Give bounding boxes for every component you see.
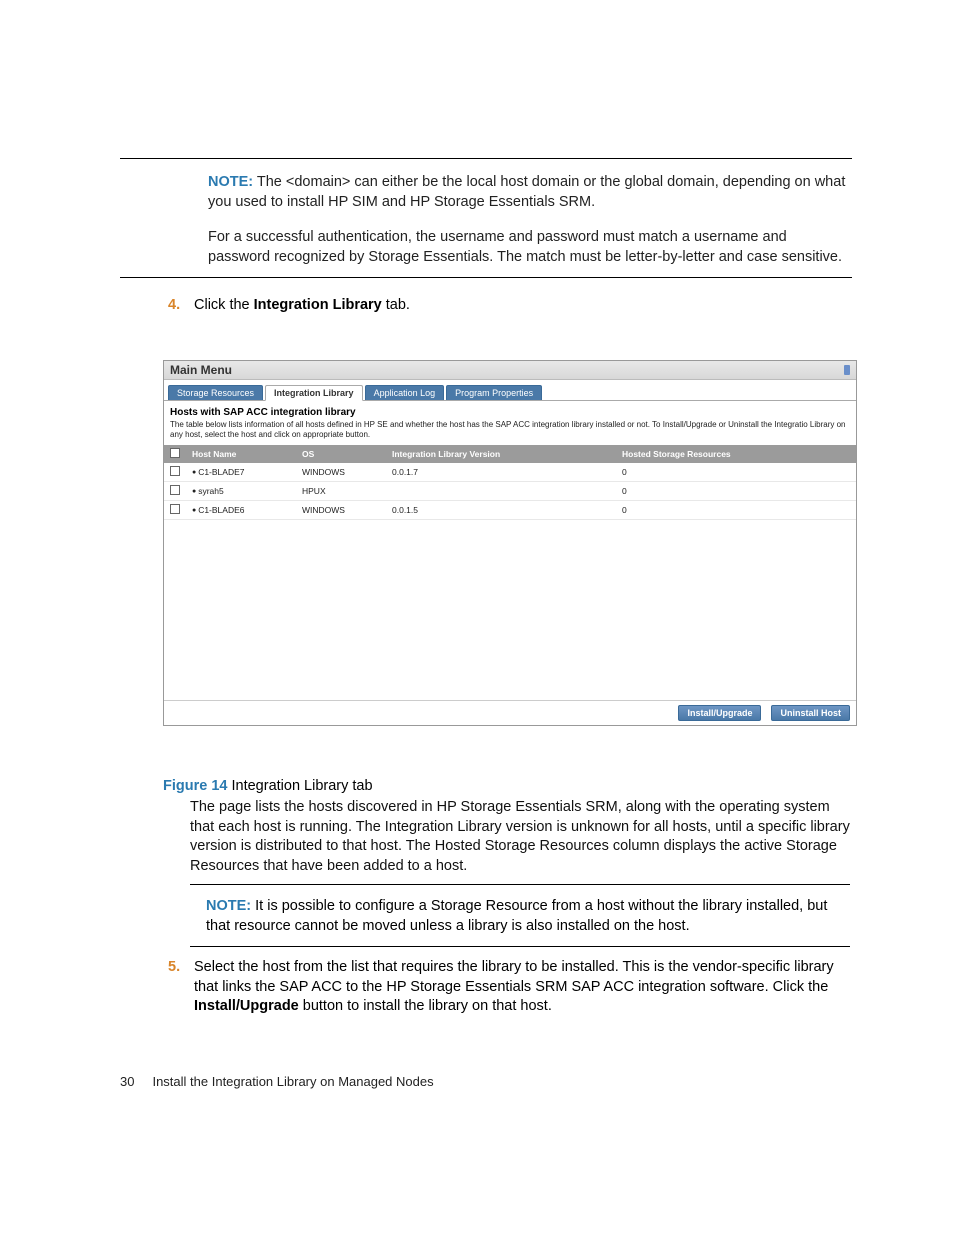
cell-os: WINDOWS — [296, 501, 386, 520]
body-paragraph: The page lists the hosts discovered in H… — [190, 798, 850, 876]
step-number: 4. — [168, 296, 194, 316]
note-block-2: NOTE: It is possible to configure a Stor… — [190, 884, 850, 947]
cell-resources: 0 — [616, 463, 856, 482]
panel-subtitle: Hosts with SAP ACC integration library — [164, 401, 856, 420]
scroll-indicator-icon — [844, 365, 850, 375]
table-empty-space — [164, 520, 856, 700]
cell-os: HPUX — [296, 482, 386, 501]
table-row[interactable]: syrah5 HPUX 0 — [164, 482, 856, 501]
tab-integration-library[interactable]: Integration Library — [265, 385, 363, 401]
window-title-bar: Main Menu — [164, 361, 856, 380]
note-1-text-1: The <domain> can either be the local hos… — [208, 174, 845, 210]
step-4-text: Click the Integration Library tab. — [194, 296, 852, 316]
page-footer: 30 Install the Integration Library on Ma… — [120, 1074, 434, 1089]
hosts-table: Host Name OS Integration Library Version… — [164, 445, 856, 520]
footer-text: Install the Integration Library on Manag… — [152, 1074, 433, 1089]
select-all-checkbox[interactable] — [170, 448, 180, 458]
button-bar: Install/Upgrade Uninstall Host — [164, 700, 856, 725]
page-number: 30 — [120, 1074, 134, 1089]
embedded-screenshot: Main Menu Storage Resources Integration … — [163, 360, 857, 726]
cell-resources: 0 — [616, 501, 856, 520]
window-title: Main Menu — [170, 363, 232, 377]
panel-description: The table below lists information of all… — [164, 420, 856, 445]
row-checkbox[interactable] — [170, 504, 180, 514]
table-header-row: Host Name OS Integration Library Version… — [164, 445, 856, 463]
figure-caption: Figure 14 Integration Library tab — [163, 778, 373, 794]
note-1-para-1: NOTE: The <domain> can either be the loc… — [208, 173, 852, 212]
content-area: NOTE: The <domain> can either be the loc… — [120, 158, 852, 328]
figure-label: Figure 14 — [163, 778, 227, 794]
row-checkbox[interactable] — [170, 466, 180, 476]
note-label: NOTE: — [206, 898, 251, 914]
col-os: OS — [296, 445, 386, 463]
step-5-text: Select the host from the list that requi… — [194, 958, 848, 1017]
figure-caption-text: Integration Library tab — [227, 778, 372, 794]
install-upgrade-button[interactable]: Install/Upgrade — [678, 705, 761, 721]
step-5-bold: Install/Upgrade — [194, 998, 299, 1014]
tab-application-log[interactable]: Application Log — [365, 385, 445, 400]
table-row[interactable]: C1-BLADE6 WINDOWS 0.0.1.5 0 — [164, 501, 856, 520]
cell-host: C1-BLADE7 — [186, 463, 296, 482]
note-label: NOTE: — [208, 174, 253, 190]
cell-resources: 0 — [616, 482, 856, 501]
cell-version — [386, 482, 616, 501]
cell-version: 0.0.1.5 — [386, 501, 616, 520]
col-host-name: Host Name — [186, 445, 296, 463]
tab-storage-resources[interactable]: Storage Resources — [168, 385, 263, 400]
note-block-1: NOTE: The <domain> can either be the loc… — [120, 158, 852, 278]
cell-os: WINDOWS — [296, 463, 386, 482]
col-checkbox — [164, 445, 186, 463]
col-hosted-resources: Hosted Storage Resources — [616, 445, 856, 463]
uninstall-host-button[interactable]: Uninstall Host — [771, 705, 850, 721]
note-2-text: It is possible to configure a Storage Re… — [206, 898, 827, 934]
row-checkbox[interactable] — [170, 485, 180, 495]
col-lib-version: Integration Library Version — [386, 445, 616, 463]
step-5-pre: Select the host from the list that requi… — [194, 959, 834, 995]
cell-version: 0.0.1.7 — [386, 463, 616, 482]
table-row[interactable]: C1-BLADE7 WINDOWS 0.0.1.7 0 — [164, 463, 856, 482]
tab-bar: Storage Resources Integration Library Ap… — [164, 380, 856, 401]
step-4-pre: Click the — [194, 297, 254, 313]
tab-program-properties[interactable]: Program Properties — [446, 385, 542, 400]
cell-host: C1-BLADE6 — [186, 501, 296, 520]
step-4-post: tab. — [382, 297, 410, 313]
step-4: 4. Click the Integration Library tab. — [168, 296, 852, 316]
note-1-para-2: For a successful authentication, the use… — [208, 228, 852, 267]
cell-host: syrah5 — [186, 482, 296, 501]
step-5-post: button to install the library on that ho… — [299, 998, 552, 1014]
step-number: 5. — [168, 958, 194, 1017]
step-4-bold: Integration Library — [254, 297, 382, 313]
step-5: 5. Select the host from the list that re… — [168, 958, 848, 1017]
